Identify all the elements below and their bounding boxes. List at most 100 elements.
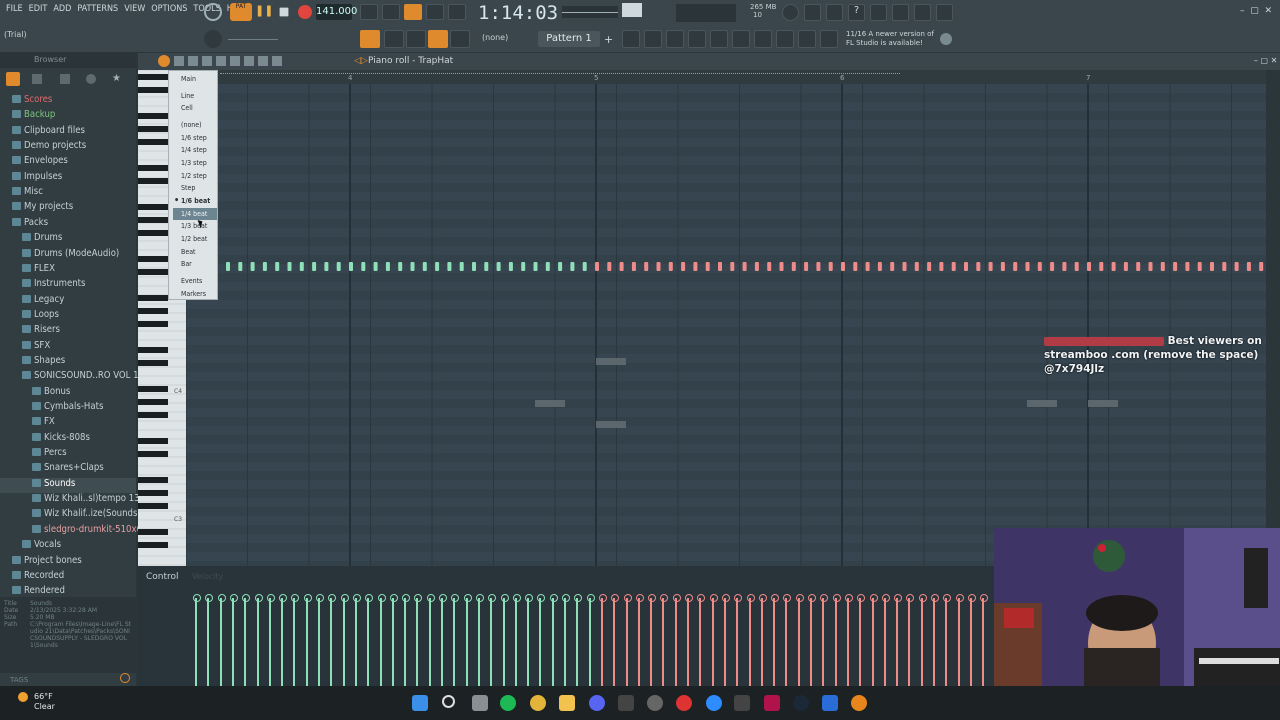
spotify-icon[interactable] xyxy=(500,695,516,711)
velocity-bar[interactable] xyxy=(869,594,878,686)
snap-option-1-2-beat[interactable]: 1/2 beat xyxy=(173,233,217,245)
note[interactable] xyxy=(312,262,317,271)
note[interactable] xyxy=(927,262,932,271)
velocity-bar[interactable] xyxy=(943,594,952,686)
note[interactable] xyxy=(1074,262,1079,271)
velocity-bar[interactable] xyxy=(574,594,583,686)
velocity-bar[interactable] xyxy=(955,594,964,686)
browser-item-my-projects[interactable]: My projects xyxy=(0,201,136,216)
note[interactable] xyxy=(1050,262,1055,271)
velocity-bar[interactable] xyxy=(426,594,435,686)
browser-view-icon[interactable] xyxy=(32,74,42,84)
black-key[interactable] xyxy=(138,87,168,93)
master-pitch-slider[interactable] xyxy=(228,39,278,40)
menu-item-add[interactable]: ADD xyxy=(53,4,71,20)
velocity-bar[interactable] xyxy=(328,594,337,686)
browser-item-misc[interactable]: Misc xyxy=(0,186,136,201)
note[interactable] xyxy=(1087,262,1091,271)
note[interactable] xyxy=(299,262,304,271)
velocity-bar[interactable] xyxy=(266,594,275,686)
velocity-bar[interactable] xyxy=(475,594,484,686)
terminal-icon[interactable] xyxy=(618,695,634,711)
star-icon[interactable]: ★ xyxy=(112,73,121,84)
paint-tool-icon[interactable] xyxy=(188,56,198,66)
velocity-bar[interactable] xyxy=(881,594,890,686)
note[interactable] xyxy=(804,262,809,271)
snap-option--none-[interactable]: (none) xyxy=(173,119,217,131)
note[interactable] xyxy=(447,262,452,271)
settings-icon[interactable] xyxy=(647,695,663,711)
note[interactable] xyxy=(841,262,845,271)
note[interactable] xyxy=(718,262,722,271)
velocity-bar[interactable] xyxy=(365,594,374,686)
note[interactable] xyxy=(1197,262,1202,271)
note[interactable] xyxy=(533,262,538,271)
black-key[interactable] xyxy=(138,490,168,496)
browser-item-cymbals-hats[interactable]: Cymbals-Hats xyxy=(0,401,136,416)
black-key[interactable] xyxy=(138,503,168,509)
note[interactable] xyxy=(668,262,673,271)
snap-option-line[interactable]: Line xyxy=(173,90,217,102)
velocity-bar[interactable] xyxy=(500,594,509,686)
note[interactable] xyxy=(951,262,956,271)
cloud-icon[interactable] xyxy=(798,30,816,48)
app-blue-icon[interactable] xyxy=(822,695,838,711)
note[interactable] xyxy=(890,262,895,271)
black-key[interactable] xyxy=(138,204,168,210)
velocity-bar[interactable] xyxy=(402,594,411,686)
browser-item-fx[interactable]: FX xyxy=(0,416,136,431)
note[interactable] xyxy=(508,262,513,271)
velocity-bar[interactable] xyxy=(894,594,903,686)
browser-item-kicks-808s[interactable]: Kicks-808s xyxy=(0,432,136,447)
mixer-view-icon[interactable] xyxy=(688,30,706,48)
note[interactable] xyxy=(1160,262,1165,271)
note[interactable] xyxy=(410,262,415,271)
loop-record-icon[interactable] xyxy=(448,4,466,20)
velocity-bar[interactable] xyxy=(967,594,976,686)
update-icon[interactable] xyxy=(940,33,952,45)
velocity-lane[interactable] xyxy=(186,590,994,686)
snap-option-1-6-beat[interactable]: 1/6 beat xyxy=(173,195,217,207)
browser-item-demo-projects[interactable]: Demo projects xyxy=(0,140,136,155)
note[interactable] xyxy=(644,262,649,271)
stop-button[interactable] xyxy=(279,7,289,17)
note-grid[interactable] xyxy=(185,84,1276,624)
black-key[interactable] xyxy=(138,321,168,327)
velocity-bar[interactable] xyxy=(463,594,472,686)
cpu-icon[interactable] xyxy=(782,4,799,21)
marketplace-icon[interactable] xyxy=(820,30,838,48)
note[interactable] xyxy=(705,262,710,271)
note[interactable] xyxy=(1173,262,1178,271)
note[interactable] xyxy=(1185,262,1190,271)
black-key[interactable] xyxy=(138,139,168,145)
note[interactable] xyxy=(976,262,981,271)
delete-tool-icon[interactable] xyxy=(202,56,212,66)
browser-item-percs[interactable]: Percs xyxy=(0,447,136,462)
velocity-bar[interactable] xyxy=(734,594,743,686)
velocity-bar[interactable] xyxy=(512,594,521,686)
browser-item-wiz-khali-sl-tempo-134[interactable]: Wiz Khali..sl)tempo 134 xyxy=(0,493,145,508)
tag-search-icon[interactable] xyxy=(120,673,130,683)
arrow-icon[interactable] xyxy=(384,30,404,48)
velocity-bar[interactable] xyxy=(709,594,718,686)
browser-item-legacy[interactable]: Legacy xyxy=(0,294,136,309)
velocity-bar[interactable] xyxy=(648,594,657,686)
browser-item-drums[interactable]: Drums xyxy=(0,232,136,247)
menu-item-options[interactable]: OPTIONS xyxy=(151,4,187,20)
black-key[interactable] xyxy=(138,165,168,171)
download-icon[interactable] xyxy=(936,4,953,21)
mic-icon[interactable] xyxy=(826,4,843,21)
note[interactable] xyxy=(988,262,993,271)
browser-item-bonus[interactable]: Bonus xyxy=(0,386,136,401)
note[interactable] xyxy=(558,262,563,271)
playlist-icon[interactable] xyxy=(622,30,640,48)
chat-icon[interactable] xyxy=(914,4,931,21)
browser-item-risers[interactable]: Risers xyxy=(0,324,136,339)
note[interactable] xyxy=(1000,262,1005,271)
app-red-icon[interactable] xyxy=(676,695,692,711)
note[interactable] xyxy=(1025,262,1030,271)
velocity-bar[interactable] xyxy=(291,594,300,686)
play-button[interactable]: ❚❚ xyxy=(255,4,273,20)
menu-item-edit[interactable]: EDIT xyxy=(29,4,48,20)
velocity-bar[interactable] xyxy=(611,594,620,686)
